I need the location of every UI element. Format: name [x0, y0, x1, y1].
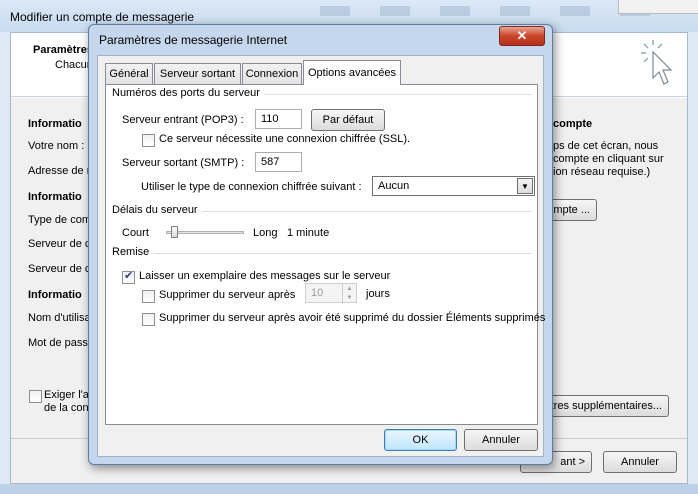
internet-email-settings-dialog: Paramètres de messagerie Internet ✕ Géné… — [88, 24, 553, 465]
encryption-type-value: Aucun — [378, 180, 410, 192]
leave-copy-checkbox[interactable] — [122, 269, 135, 284]
bg-right-heading: compte — [553, 118, 593, 130]
background-footer-strip — [0, 484, 698, 494]
delivery-group-divider — [112, 253, 532, 254]
bg-label-name: Votre nom : — [28, 140, 85, 152]
background-faded-toolbar — [320, 6, 650, 16]
dialog-title: Paramètres de messagerie Internet — [99, 33, 288, 47]
bg-require-auth-checkbox[interactable] — [29, 390, 42, 403]
ok-button[interactable]: OK — [384, 429, 457, 451]
busy-cursor-icon — [641, 40, 673, 85]
days-spinner[interactable]: ▲ ▼ — [342, 284, 356, 304]
bg-section-server-info: Informatio — [28, 191, 82, 203]
bg-label-username: Nom d'utilisa — [28, 312, 91, 324]
tab-connection[interactable]: Connexion — [242, 63, 302, 84]
bg-right-text-1: ps de cet écran, nous — [553, 140, 659, 152]
remove-after-label: Supprimer du serveur après — [159, 289, 296, 301]
incoming-port-input[interactable]: 110 — [255, 109, 302, 129]
outgoing-port-label: Serveur sortant (SMTP) : — [122, 157, 245, 169]
ports-group-title: Numéros des ports du serveur — [112, 87, 264, 99]
encryption-type-label: Utiliser le type de connexion chiffrée s… — [141, 181, 362, 193]
ssl-label: Ce serveur nécessite une connexion chiff… — [159, 133, 411, 145]
background-corner-panel — [618, 0, 698, 14]
remove-deleted-checkbox[interactable] — [142, 313, 155, 326]
timeout-group-title: Délais du serveur — [112, 204, 202, 216]
default-ports-button[interactable]: Par défaut — [311, 109, 385, 131]
advanced-options-panel: Numéros des ports du serveur Serveur ent… — [105, 84, 545, 425]
spin-down-icon[interactable]: ▼ — [343, 293, 356, 302]
ssl-checkbox[interactable] — [142, 134, 155, 147]
outgoing-port-input[interactable]: 587 — [255, 152, 302, 172]
remove-after-days-value: 10 — [311, 287, 324, 299]
incoming-port-label: Serveur entrant (POP3) : — [122, 114, 244, 126]
encryption-type-select[interactable]: Aucun ▼ — [372, 176, 535, 196]
timeout-short-label: Court — [122, 227, 149, 239]
bg-right-text-2: compte en cliquant sur — [553, 153, 664, 165]
timeout-value: 1 minute — [287, 227, 330, 239]
bg-section-user-info: Informatio — [28, 118, 82, 130]
remove-deleted-label: Supprimer du serveur après avoir été sup… — [159, 312, 546, 324]
timeout-slider-thumb[interactable] — [171, 226, 178, 238]
tab-advanced-options[interactable]: Options avancées — [303, 60, 401, 85]
chevron-down-icon[interactable]: ▼ — [517, 178, 533, 194]
background-header-title: Paramètres — [33, 44, 93, 56]
tab-outgoing-server[interactable]: Serveur sortant — [154, 63, 241, 84]
bg-label-address: Adresse de m — [28, 165, 96, 177]
bg-section-login-info: Informatio — [28, 289, 82, 301]
bg-right-text-3: ion réseau requise.) — [553, 166, 651, 178]
remove-after-checkbox[interactable] — [142, 290, 155, 303]
background-window-title: Modifier un compte de messagerie — [10, 10, 195, 24]
delivery-group-title: Remise — [112, 246, 154, 258]
remove-after-days-input[interactable]: 10 ▲ ▼ — [305, 283, 357, 304]
close-icon[interactable]: ✕ — [499, 26, 545, 46]
leave-copy-label: Laisser un exemplaire des messages sur l… — [139, 270, 391, 282]
cancel-button[interactable]: Annuler — [464, 429, 538, 451]
bg-label-password: Mot de passe — [28, 337, 95, 349]
bg-label-server-1: Serveur de c — [28, 238, 91, 250]
tab-general[interactable]: Général — [105, 63, 153, 84]
timeout-long-label: Long — [253, 227, 278, 239]
spin-up-icon[interactable]: ▲ — [343, 284, 356, 293]
bg-label-server-2: Serveur de c — [28, 263, 91, 275]
bg-label-account-type: Type de comp — [28, 214, 98, 226]
dialog-body: Général Serveur sortant Connexion Option… — [97, 55, 545, 457]
bg-more-settings-button[interactable]: tres supplémentaires... — [535, 395, 669, 417]
bg-cancel-button[interactable]: Annuler — [603, 451, 677, 473]
days-label: jours — [366, 288, 390, 300]
